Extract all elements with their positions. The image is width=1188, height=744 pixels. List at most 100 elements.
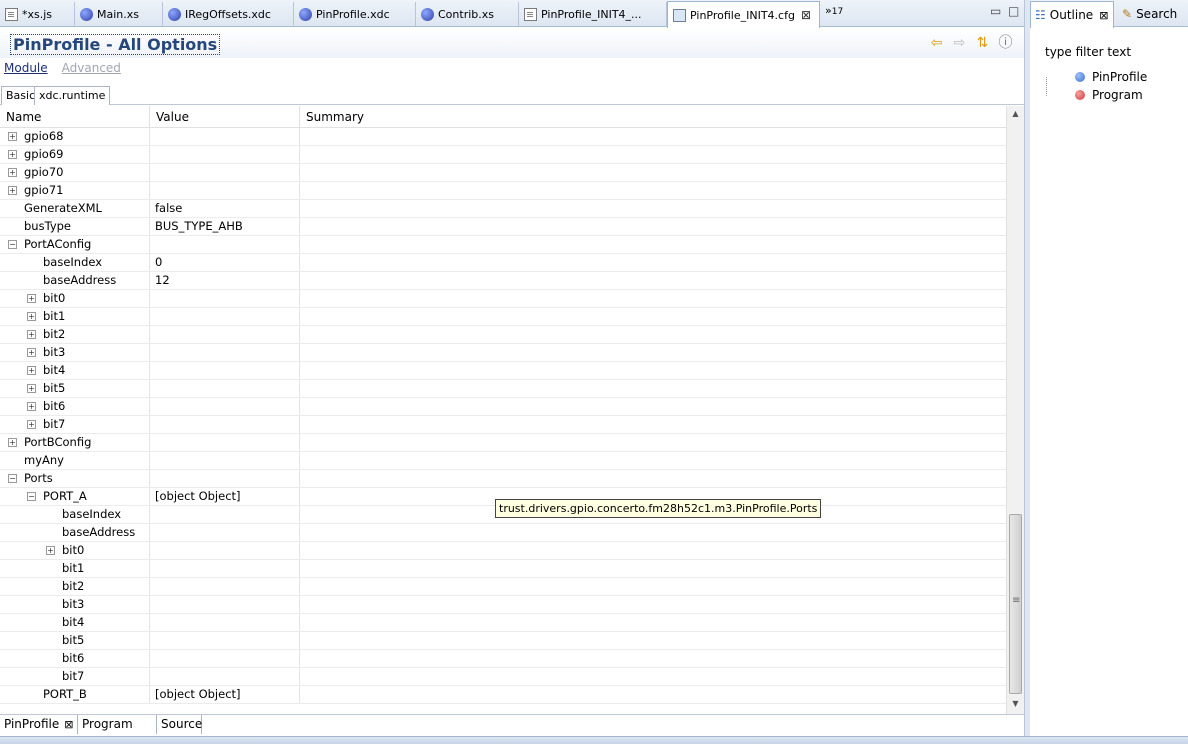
- expand-icon[interactable]: +: [8, 168, 17, 177]
- expand-icon[interactable]: +: [27, 330, 36, 339]
- value-cell[interactable]: [150, 380, 300, 397]
- expand-icon[interactable]: +: [27, 348, 36, 357]
- scroll-down-icon[interactable]: ▼: [1007, 696, 1024, 712]
- expand-icon[interactable]: +: [27, 366, 36, 375]
- expand-icon[interactable]: +: [8, 132, 17, 141]
- editor-tab-pinprofile-init4-truncated[interactable]: PinProfile_INIT4_...: [519, 2, 667, 26]
- value-cell[interactable]: [150, 362, 300, 379]
- close-icon[interactable]: ⊠: [801, 8, 811, 22]
- tab-program[interactable]: Program: [78, 715, 157, 734]
- column-header-summary[interactable]: Summary: [300, 106, 1006, 128]
- table-row[interactable]: + gpio70: [0, 164, 1006, 182]
- table-row[interactable]: bit7: [0, 668, 1006, 686]
- table-row[interactable]: + gpio68: [0, 128, 1006, 146]
- value-cell[interactable]: [object Object]: [150, 488, 300, 505]
- table-row[interactable]: + PortBConfig: [0, 434, 1006, 452]
- editor-tab-contrib-xs[interactable]: Contrib.xs: [416, 2, 519, 26]
- editor-tab-iregoffsets[interactable]: IRegOffsets.xdc: [163, 2, 294, 26]
- collapse-icon[interactable]: −: [8, 474, 17, 483]
- table-row[interactable]: bit5: [0, 632, 1006, 650]
- expand-icon[interactable]: +: [8, 150, 17, 159]
- close-icon[interactable]: ⊠: [1099, 9, 1108, 22]
- vertical-scrollbar[interactable]: ▲ ▼: [1006, 106, 1024, 714]
- value-cell[interactable]: BUS_TYPE_AHB: [150, 218, 300, 235]
- value-cell[interactable]: 12: [150, 272, 300, 289]
- table-row[interactable]: + gpio69: [0, 146, 1006, 164]
- table-row[interactable]: + bit5: [0, 380, 1006, 398]
- value-cell[interactable]: [object Object]: [150, 686, 300, 703]
- expand-icon[interactable]: +: [27, 294, 36, 303]
- editor-tab-pinprofile-xdc[interactable]: PinProfile.xdc: [294, 2, 416, 26]
- editor-tab-pinprofile-init4-cfg[interactable]: PinProfile_INIT4.cfg ⊠: [667, 1, 820, 28]
- table-row[interactable]: bit6: [0, 650, 1006, 668]
- value-cell[interactable]: [150, 650, 300, 667]
- value-cell[interactable]: [150, 452, 300, 469]
- value-cell[interactable]: [150, 344, 300, 361]
- editor-tab-xs-js[interactable]: *xs.js: [0, 2, 75, 26]
- expand-icon[interactable]: +: [8, 186, 17, 195]
- advanced-link[interactable]: Advanced: [62, 61, 121, 75]
- table-row[interactable]: + bit7: [0, 416, 1006, 434]
- value-cell[interactable]: [150, 398, 300, 415]
- value-cell[interactable]: [150, 614, 300, 631]
- expand-icon[interactable]: +: [27, 402, 36, 411]
- table-row[interactable]: + bit6: [0, 398, 1006, 416]
- expand-icon[interactable]: +: [46, 546, 55, 555]
- table-row[interactable]: + bit2: [0, 326, 1006, 344]
- value-cell[interactable]: [150, 470, 300, 487]
- table-row[interactable]: − PortAConfig: [0, 236, 1006, 254]
- table-row[interactable]: baseIndex 0: [0, 254, 1006, 272]
- minimize-icon[interactable]: ▭: [990, 4, 1001, 18]
- value-cell[interactable]: [150, 182, 300, 199]
- value-cell[interactable]: [150, 560, 300, 577]
- value-cell[interactable]: [150, 128, 300, 145]
- help-icon[interactable]: ⓘ: [997, 36, 1014, 51]
- value-cell[interactable]: [150, 542, 300, 559]
- value-cell[interactable]: [150, 578, 300, 595]
- column-header-name[interactable]: Name: [0, 106, 150, 128]
- value-cell[interactable]: [150, 326, 300, 343]
- table-row[interactable]: − Ports: [0, 470, 1006, 488]
- filter-input[interactable]: type filter text: [1041, 42, 1188, 62]
- tab-overflow-button[interactable]: »17: [825, 4, 843, 17]
- table-row[interactable]: + gpio71: [0, 182, 1006, 200]
- expand-icon[interactable]: +: [27, 420, 36, 429]
- table-row[interactable]: bit1: [0, 560, 1006, 578]
- module-link[interactable]: Module: [4, 61, 48, 75]
- refresh-icon[interactable]: ⇅: [974, 36, 991, 51]
- close-icon[interactable]: ⊠: [64, 718, 73, 731]
- column-header-value[interactable]: Value: [150, 106, 300, 128]
- value-cell[interactable]: [150, 434, 300, 451]
- tab-xdc-runtime[interactable]: xdc.runtime: [34, 86, 111, 105]
- value-cell[interactable]: [150, 236, 300, 253]
- expand-icon[interactable]: +: [27, 384, 36, 393]
- table-row[interactable]: baseAddress 12: [0, 272, 1006, 290]
- value-cell[interactable]: [150, 632, 300, 649]
- table-row[interactable]: baseAddress: [0, 524, 1006, 542]
- expand-icon[interactable]: +: [8, 438, 17, 447]
- tab-outline[interactable]: ☷ Outline ⊠: [1030, 1, 1114, 28]
- value-cell[interactable]: [150, 668, 300, 685]
- value-cell[interactable]: [150, 146, 300, 163]
- value-cell[interactable]: [150, 290, 300, 307]
- value-cell[interactable]: false: [150, 200, 300, 217]
- value-cell[interactable]: 0: [150, 254, 300, 271]
- tab-search[interactable]: ✎ Search: [1118, 2, 1188, 26]
- table-row[interactable]: + bit3: [0, 344, 1006, 362]
- table-row[interactable]: busType BUS_TYPE_AHB: [0, 218, 1006, 236]
- table-row[interactable]: PORT_B [object Object]: [0, 686, 1006, 704]
- scroll-up-icon[interactable]: ▲: [1007, 106, 1024, 122]
- table-row[interactable]: + bit0: [0, 290, 1006, 308]
- table-row[interactable]: + bit1: [0, 308, 1006, 326]
- table-row[interactable]: + bit0: [0, 542, 1006, 560]
- table-row[interactable]: myAny: [0, 452, 1006, 470]
- collapse-icon[interactable]: −: [8, 240, 17, 249]
- maximize-icon[interactable]: □: [1008, 4, 1019, 18]
- table-row[interactable]: bit2: [0, 578, 1006, 596]
- value-cell[interactable]: [150, 308, 300, 325]
- table-row[interactable]: + bit4: [0, 362, 1006, 380]
- table-row[interactable]: bit3: [0, 596, 1006, 614]
- table-row[interactable]: bit4: [0, 614, 1006, 632]
- value-cell[interactable]: [150, 596, 300, 613]
- outline-item-pinprofile[interactable]: PinProfile: [1075, 68, 1147, 86]
